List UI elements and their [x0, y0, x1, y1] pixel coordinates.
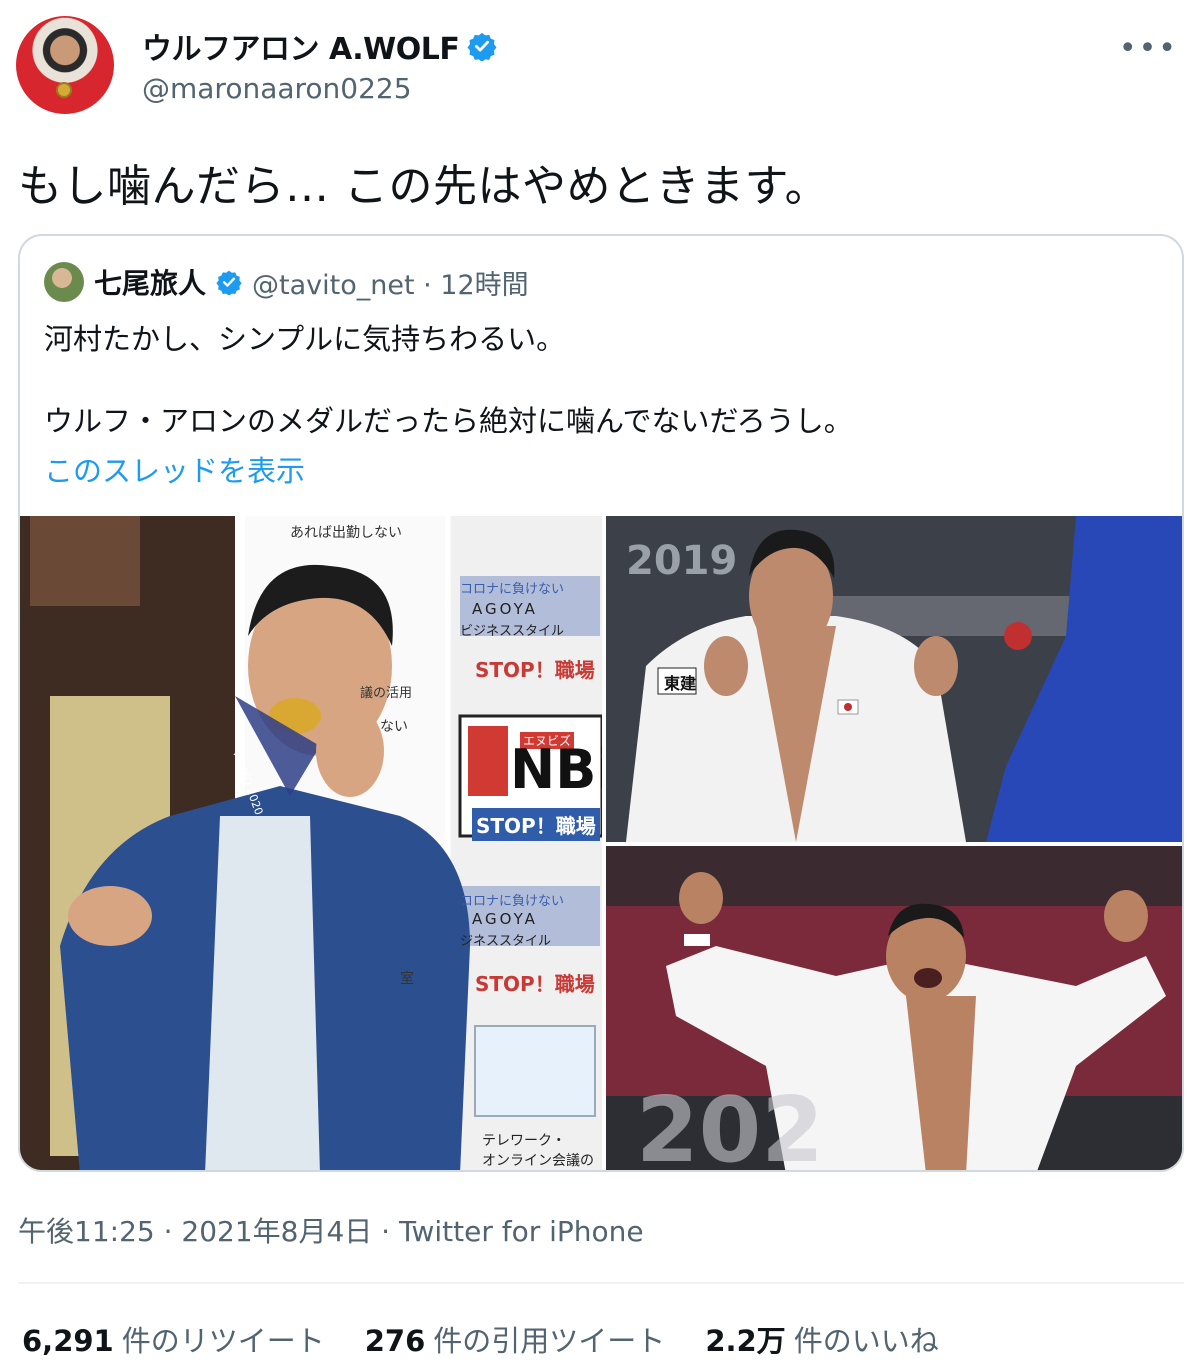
more-options-icon[interactable]: ••• [1119, 34, 1178, 64]
sign-b-line1: コロナに負けない [460, 894, 565, 909]
sign-online: オンライン会議の活 [482, 1153, 594, 1169]
divider [18, 1282, 1184, 1284]
photo-judoka-match[interactable]: 2019 東建 [606, 516, 1182, 842]
quoted-tweet-text-line2: ウルフ・アロンのメダルだったら絶対に噛んでないだろうし。 [44, 404, 853, 438]
retweets-label: 件のリツイート [121, 1324, 325, 1358]
judogi-patch-text: 東建 [664, 674, 697, 693]
verified-badge-icon [216, 270, 242, 295]
verified-badge-icon [467, 32, 497, 61]
quoted-author-name: 七尾旅人 [94, 267, 207, 300]
tweet-timestamp[interactable]: 午後11:25 · 2021年8月4日 · Twitter for iPhone [18, 1210, 644, 1250]
author-display-name[interactable]: ウルフアロン A.WOLF [142, 24, 460, 68]
tweet-stats: 6,291 件のリツイート 276 件の引用ツイート 2.2万 件のいいね [22, 1318, 979, 1360]
sign-nai-text: ない [380, 719, 408, 735]
quoted-tweet[interactable]: 七尾旅人 @tavito_net · 12時間 河村たかし、シンプルに気持ちわる… [18, 234, 1184, 1172]
author-name-row: ウルフアロン A.WOLF [142, 24, 497, 68]
retweets-stat[interactable]: 6,291 件のリツイート [22, 1318, 325, 1360]
sign-a-line1: コロナに負けない [460, 582, 565, 597]
sign-nbiz-text: NBi [510, 738, 602, 801]
tweet-text: もし噛んだら… この先はやめときます。 [18, 161, 830, 212]
quoted-tweet-header: 七尾旅人 @tavito_net · 12時間 [44, 262, 529, 302]
tweet-header: ウルフアロン A.WOLF @maronaaron0225 ••• [16, 14, 1184, 118]
quoted-tweet-media[interactable]: あれば出勤しない コロナに負けない AGOYA ビジネススタイル STOP！職場… [20, 516, 1182, 1172]
sign-stop-3: STOP！職場 [475, 972, 595, 996]
sign-a-line2: AGOYA [472, 600, 538, 618]
sign-b-line2: AGOYA [472, 910, 538, 928]
medal-icon [56, 82, 72, 98]
retweets-count: 6,291 [22, 1324, 114, 1358]
likes-stat[interactable]: 2.2万 件のいいね [705, 1318, 938, 1360]
photo-mayor-biting-medal[interactable]: あれば出勤しない コロナに負けない AGOYA ビジネススタイル STOP！職場… [20, 516, 602, 1170]
likes-label: 件のいいね [793, 1324, 939, 1358]
quotes-stat[interactable]: 276 件の引用ツイート [365, 1318, 666, 1360]
quoted-tweet-text-line1: 河村たかし、シンプルに気持ちわるい。 [44, 322, 566, 356]
likes-count: 2.2万 [705, 1324, 786, 1358]
sign-text-top: あれば出勤しない [290, 525, 402, 541]
sign-telework: テレワーク・ [482, 1133, 566, 1149]
sign-room-text: 室 [400, 971, 414, 987]
sign-usage-text: 議の活用 [360, 686, 413, 701]
quotes-label: 件の引用ツイート [433, 1324, 666, 1358]
sign-a-line3: ビジネススタイル [460, 624, 565, 639]
sign-b-line3: ジネススタイル [460, 934, 552, 949]
sign-stop-1: STOP！職場 [475, 658, 595, 682]
sign-stop-2: STOP！職場 [472, 808, 600, 841]
author-handle[interactable]: @maronaaron0225 [142, 72, 412, 105]
quotes-count: 276 [364, 1324, 426, 1358]
background-year-text: 2019 [626, 538, 738, 584]
photo-judoka-celebrating[interactable]: 202 [606, 846, 1182, 1172]
show-thread-link[interactable]: このスレッドを表示 [44, 448, 305, 490]
author-avatar[interactable] [16, 16, 114, 114]
quoted-author-handle-time: @tavito_net · 12時間 [252, 269, 529, 301]
quoted-author-avatar [44, 262, 84, 302]
scoreboard-text: 202 [636, 1078, 824, 1172]
